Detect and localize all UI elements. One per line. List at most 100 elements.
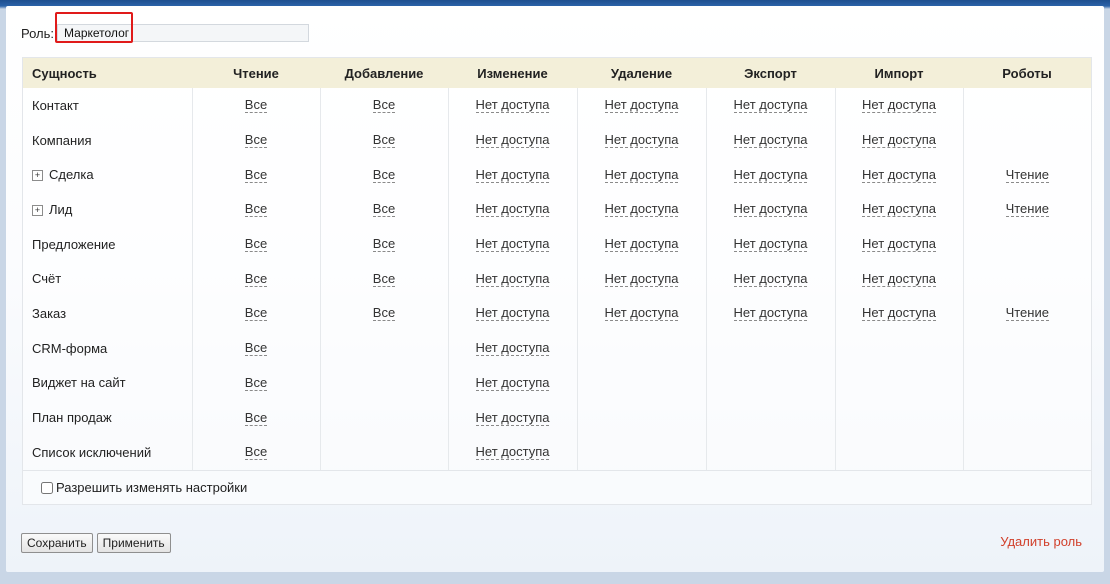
- permission-value-link[interactable]: Нет доступа: [733, 271, 808, 287]
- permission-value-link[interactable]: Нет доступа: [862, 237, 936, 253]
- permission-value-link[interactable]: Все: [244, 445, 268, 461]
- permission-value-link[interactable]: Нет доступа: [733, 202, 808, 218]
- permission-cell: Нет доступа: [447, 330, 577, 366]
- role-name-input[interactable]: [57, 24, 310, 42]
- entity-cell: CRM-форма: [23, 331, 192, 366]
- permission-value-link[interactable]: Нет доступа: [862, 271, 936, 287]
- permission-value-link[interactable]: Все: [244, 167, 268, 183]
- permission-value-link[interactable]: Нет доступа: [733, 306, 808, 322]
- entity-name: Компания: [32, 132, 92, 148]
- permission-cell: [962, 122, 1091, 158]
- permission-value-link[interactable]: Все: [244, 306, 268, 322]
- permission-value-link[interactable]: Нет доступа: [475, 445, 550, 461]
- permission-value-link[interactable]: Нет доступа: [733, 167, 808, 183]
- permission-value-link[interactable]: Нет доступа: [475, 98, 550, 114]
- permission-cell: [834, 365, 963, 401]
- permission-value-link[interactable]: Нет доступа: [862, 202, 936, 218]
- table-row: Предложение Все Все Нет доступа Нет доступа Н…: [23, 226, 1091, 262]
- permission-value-link[interactable]: Все: [372, 133, 396, 149]
- permission-value-link[interactable]: Все: [372, 271, 396, 287]
- permission-cell: Нет доступа: [447, 122, 577, 158]
- permission-value-link[interactable]: Нет доступа: [475, 237, 550, 253]
- permission-value-link[interactable]: Чтение: [1005, 202, 1049, 218]
- permission-cell: Нет доступа: [576, 157, 706, 193]
- entity-cell: Предложение: [23, 227, 192, 262]
- entity-cell: План продаж: [23, 400, 192, 435]
- permission-value-link[interactable]: Все: [244, 375, 268, 391]
- table-header-row: Сущность Чтение Добавление Изменение Удалени…: [23, 58, 1091, 88]
- permission-cell: [705, 330, 835, 366]
- allow-settings-checkbox[interactable]: [41, 481, 53, 494]
- permission-value-link[interactable]: Нет доступа: [475, 202, 550, 218]
- permission-value-link[interactable]: Нет доступа: [733, 133, 808, 149]
- permission-cell: [834, 400, 963, 435]
- permission-cell: Нет доступа: [447, 226, 577, 262]
- permission-value-link[interactable]: Все: [244, 133, 268, 149]
- permission-value-link[interactable]: Нет доступа: [862, 98, 936, 114]
- permission-cell: Чтение: [962, 296, 1091, 331]
- permission-value-link[interactable]: Нет доступа: [733, 237, 808, 253]
- permission-value-link[interactable]: Нет доступа: [604, 133, 679, 149]
- permission-value-link[interactable]: Все: [244, 410, 268, 426]
- permission-cell: Все: [191, 88, 320, 123]
- permission-cell: Нет доступа: [834, 296, 963, 331]
- permission-cell: [705, 365, 835, 401]
- save-button[interactable]: Сохранить: [21, 533, 93, 553]
- table-row: CRM-форма Все Нет доступа: [23, 330, 1091, 366]
- permission-cell: [962, 226, 1091, 262]
- permission-value-link[interactable]: Нет доступа: [475, 167, 550, 183]
- permission-value-link[interactable]: Нет доступа: [604, 202, 679, 218]
- permission-value-link[interactable]: Нет доступа: [862, 167, 936, 183]
- permission-value-link[interactable]: Все: [244, 237, 268, 253]
- entity-cell: Счёт: [23, 261, 192, 296]
- permission-cell: Нет доступа: [705, 296, 835, 331]
- permission-value-link[interactable]: Нет доступа: [604, 271, 679, 287]
- permission-value-link[interactable]: Нет доступа: [604, 306, 679, 322]
- permission-value-link[interactable]: Все: [372, 202, 396, 218]
- permission-value-link[interactable]: Нет доступа: [604, 167, 679, 183]
- permissions-table: Сущность Чтение Добавление Изменение Удалени…: [23, 58, 1091, 470]
- permission-value-link[interactable]: Нет доступа: [862, 306, 936, 322]
- permission-value-link[interactable]: Нет доступа: [604, 98, 679, 114]
- permission-value-link[interactable]: Все: [244, 341, 268, 357]
- permission-cell: Все: [191, 296, 320, 331]
- permission-value-link[interactable]: Все: [244, 98, 268, 114]
- permission-value-link[interactable]: Чтение: [1005, 306, 1049, 322]
- table-row: + Лид Все Все Нет доступа Нет доступа Нет дост…: [23, 192, 1091, 227]
- permission-value-link[interactable]: Нет доступа: [475, 410, 550, 426]
- permission-cell: Все: [191, 157, 320, 193]
- permission-cell: Нет доступа: [447, 157, 577, 193]
- permission-value-link[interactable]: Нет доступа: [475, 341, 550, 357]
- expand-icon[interactable]: +: [32, 204, 43, 216]
- permission-cell: Нет доступа: [447, 400, 577, 435]
- permission-value-link[interactable]: Нет доступа: [475, 133, 550, 149]
- permission-cell: Нет доступа: [705, 157, 835, 193]
- allow-settings-label[interactable]: Разрешить изменять настройки: [56, 480, 247, 495]
- entity-name: Заказ: [32, 305, 67, 321]
- permission-value-link[interactable]: Все: [372, 98, 396, 114]
- permission-value-link[interactable]: Все: [244, 271, 268, 287]
- permission-cell: Нет доступа: [576, 226, 706, 262]
- permission-value-link[interactable]: Все: [372, 237, 396, 253]
- permission-value-link[interactable]: Чтение: [1005, 167, 1049, 183]
- permission-cell: Все: [319, 226, 448, 262]
- table-body: Контакт Все Все Нет доступа Нет доступа Нет д…: [23, 88, 1091, 470]
- entity-cell: Компания: [23, 123, 192, 158]
- permission-value-link[interactable]: Все: [372, 306, 396, 322]
- delete-role-link[interactable]: Удалить роль: [1000, 534, 1082, 549]
- table-row: + Сделка Все Все Нет доступа Нет доступа Нет д…: [23, 157, 1091, 193]
- expand-icon[interactable]: +: [32, 170, 43, 182]
- permission-value-link[interactable]: Все: [244, 202, 268, 218]
- permission-value-link[interactable]: Нет доступа: [475, 375, 550, 391]
- permission-cell: [962, 400, 1091, 435]
- permission-value-link[interactable]: Нет доступа: [475, 306, 550, 322]
- permission-value-link[interactable]: Нет доступа: [475, 271, 550, 287]
- column-header: Импорт: [835, 58, 963, 88]
- permission-value-link[interactable]: Все: [372, 167, 396, 183]
- apply-button[interactable]: Применить: [96, 533, 171, 553]
- column-header: Изменение: [448, 58, 577, 88]
- entity-cell: Заказ: [23, 296, 192, 331]
- permission-value-link[interactable]: Нет доступа: [604, 237, 679, 253]
- permission-value-link[interactable]: Нет доступа: [733, 98, 808, 114]
- permission-value-link[interactable]: Нет доступа: [862, 133, 936, 149]
